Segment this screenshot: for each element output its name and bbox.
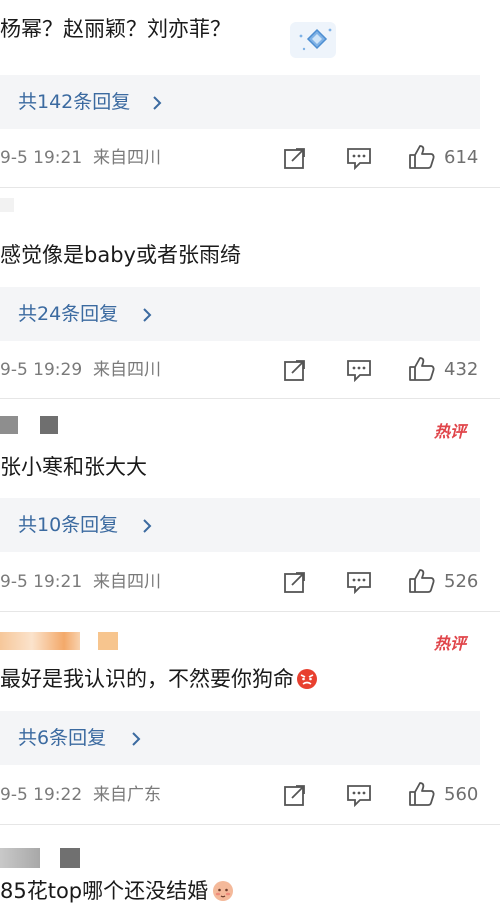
angry-face-icon (297, 669, 317, 689)
comment-text: 85花top哪个还没结婚 (0, 877, 234, 905)
divider (0, 824, 500, 825)
reply-count-link[interactable]: 共142条回复 (18, 90, 130, 114)
chevron-right-icon (153, 96, 162, 110)
reply-count-link[interactable]: 共10条回复 (18, 513, 118, 537)
share-icon[interactable] (283, 358, 307, 382)
comment-time: 9-5 19:22 (0, 785, 83, 805)
comment-location: 来自四川 (92, 572, 161, 592)
like-count: 526 (444, 571, 479, 592)
comment-text: 张小寒和张大大 (0, 455, 147, 479)
like-count: 560 (444, 784, 479, 805)
comment-icon[interactable] (346, 358, 372, 382)
chevron-right-icon (132, 732, 141, 746)
hot-badge-text: 热评 (434, 634, 469, 653)
avatar (0, 848, 40, 868)
comment-icon[interactable] (346, 146, 372, 170)
comment-icon[interactable] (346, 783, 372, 807)
thumbs-up-icon[interactable] (408, 781, 436, 807)
comment-text: 最好是我认识的，不然要你狗命 (0, 665, 318, 693)
comment-time: 9-5 19:21 (0, 572, 83, 592)
comment-location: 来自四川 (92, 360, 161, 380)
hot-comment-badge: 热评 (433, 420, 470, 442)
reply-summary[interactable]: 共6条回复 (0, 711, 480, 765)
comment-time: 9-5 19:21 (0, 148, 83, 168)
share-icon[interactable] (283, 570, 307, 594)
reply-summary[interactable]: 共24条回复 (0, 287, 480, 341)
avatar (0, 416, 18, 434)
comment-time: 9-5 19:29 (0, 360, 83, 380)
avatar (0, 632, 80, 650)
comment-text-content: 最好是我认识的，不然要你狗命 (0, 667, 294, 691)
reply-summary[interactable]: 共142条回复 (0, 75, 480, 129)
thumbs-up-icon[interactable] (408, 144, 436, 170)
thumbs-up-icon[interactable] (408, 568, 436, 594)
reply-count-link[interactable]: 共24条回复 (18, 302, 118, 326)
share-icon[interactable] (283, 146, 307, 170)
reply-count-link[interactable]: 共6条回复 (18, 726, 106, 750)
avatar (0, 198, 14, 212)
chevron-right-icon (143, 308, 152, 322)
comment-meta: 9-5 19:29 来自四川 (0, 359, 161, 381)
like-count: 614 (444, 147, 479, 168)
reply-summary[interactable]: 共10条回复 (0, 498, 480, 552)
divider (0, 398, 500, 399)
hot-badge-text: 热评 (434, 422, 469, 441)
comment-location: 来自四川 (92, 148, 161, 168)
divider (0, 611, 500, 612)
hot-comment-badge: 热评 (433, 632, 470, 654)
comment-text: 感觉像是baby或者张雨绮 (0, 243, 241, 267)
chevron-right-icon (143, 519, 152, 533)
divider (0, 187, 500, 188)
avatar (40, 416, 58, 434)
comment-text: 杨幂？赵丽颖？刘亦菲？ (0, 17, 231, 41)
comment-text-content: 85花top哪个还没结婚 (0, 879, 209, 903)
comment-meta: 9-5 19:21 来自四川 (0, 147, 161, 169)
thumbs-up-icon[interactable] (408, 356, 436, 382)
comment-meta: 9-5 19:21 来自四川 (0, 571, 161, 593)
comment-location: 来自广东 (92, 785, 161, 805)
avatar (98, 632, 118, 650)
avatar (60, 848, 80, 868)
comment-meta: 9-5 19:22 来自广东 (0, 784, 161, 806)
diamond-icon (290, 22, 336, 58)
share-icon[interactable] (283, 783, 307, 807)
like-count: 432 (444, 359, 479, 380)
shy-face-icon (213, 881, 234, 901)
comment-icon[interactable] (346, 570, 372, 594)
